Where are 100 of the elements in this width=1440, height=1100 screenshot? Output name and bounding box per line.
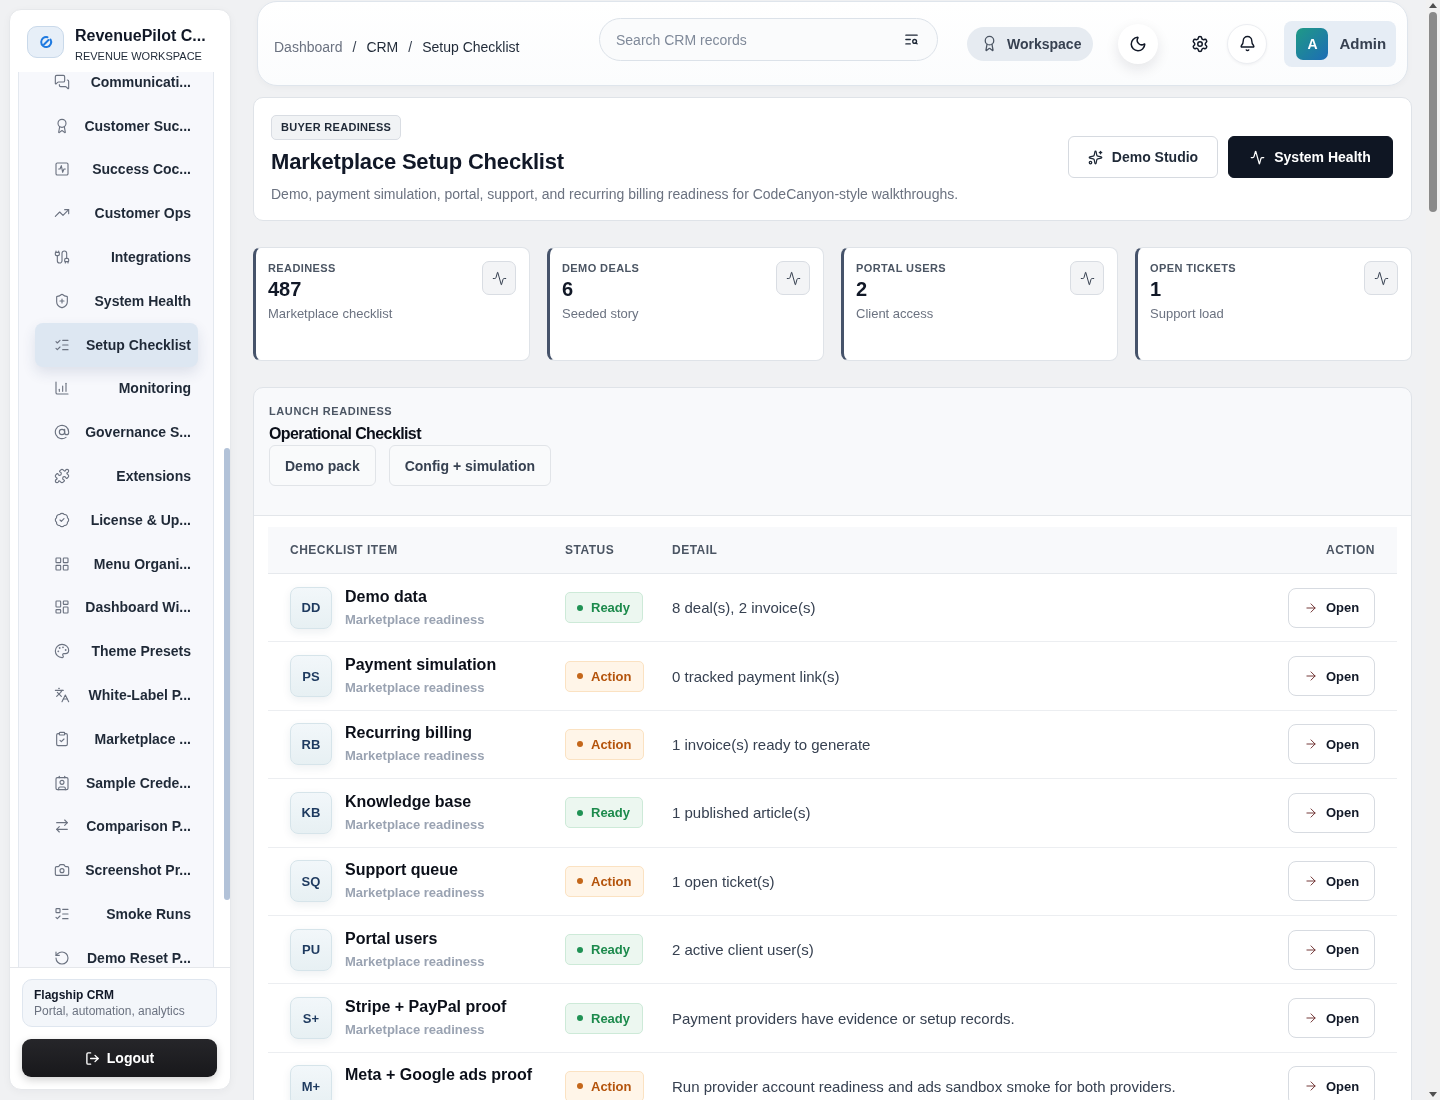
open-button[interactable]: Open bbox=[1288, 929, 1375, 970]
grid-icon bbox=[54, 555, 70, 572]
status-dot-icon bbox=[577, 673, 583, 680]
item-name: Portal users bbox=[345, 928, 438, 949]
sidebar-item[interactable]: Governance S... bbox=[35, 410, 198, 455]
open-button[interactable]: Open bbox=[1288, 792, 1375, 833]
open-button[interactable]: Open bbox=[1288, 656, 1375, 697]
section-badge: BUYER READINESS bbox=[271, 114, 402, 140]
breadcrumb-separator: / bbox=[408, 39, 413, 55]
sidebar-item[interactable]: Menu Organi... bbox=[35, 541, 198, 586]
search-field[interactable]: Search CRM records bbox=[599, 18, 938, 61]
sidebar-item[interactable]: Communicati... bbox=[35, 72, 198, 104]
item-name: Recurring billing bbox=[345, 723, 473, 744]
arrows-icon bbox=[54, 818, 70, 835]
sidebar-item[interactable]: License & Up... bbox=[35, 497, 198, 542]
stat-label: DEMO DEALS bbox=[562, 261, 640, 275]
sidebar-item[interactable]: Success Coc... bbox=[35, 147, 198, 192]
section-eyebrow: LAUNCH READINESS bbox=[269, 404, 393, 418]
open-button[interactable]: Open bbox=[1288, 861, 1375, 902]
open-button[interactable]: Open bbox=[1288, 587, 1375, 628]
sidebar-item[interactable]: Sample Crede... bbox=[35, 760, 198, 805]
detail-text: 1 published article(s) bbox=[672, 804, 812, 822]
pulse-icon bbox=[482, 261, 516, 295]
sidebar-item[interactable]: Demo Reset P... bbox=[35, 935, 198, 967]
primary-button[interactable]: System Health bbox=[1228, 136, 1393, 178]
award-icon bbox=[54, 117, 70, 134]
bar-chart-icon bbox=[54, 380, 70, 397]
sidebar-item[interactable]: Extensions bbox=[35, 454, 198, 498]
sidebar-item[interactable]: Dashboard Wi... bbox=[35, 585, 198, 630]
sidebar-item[interactable]: Customer Ops bbox=[35, 191, 198, 236]
stat-label: OPEN TICKETS bbox=[1150, 261, 1237, 275]
sidebar-item[interactable]: White-Label P... bbox=[35, 673, 198, 717]
initials-avatar: PU bbox=[290, 928, 332, 971]
pulse-icon bbox=[1250, 149, 1266, 165]
status-dot-icon bbox=[577, 809, 583, 816]
status-label: Action bbox=[591, 873, 632, 889]
cable-icon bbox=[54, 249, 70, 266]
column-header: CHECKLIST ITEM bbox=[290, 543, 398, 557]
user-avatar: A bbox=[1296, 27, 1329, 60]
breadcrumb-link[interactable]: Dashboard bbox=[274, 39, 343, 55]
open-button[interactable]: Open bbox=[1288, 998, 1375, 1039]
initials-avatar: S+ bbox=[290, 997, 332, 1040]
sidebar-item[interactable]: Screenshot Pr... bbox=[35, 848, 198, 893]
dashboard-icon bbox=[54, 599, 70, 616]
sidebar-item[interactable]: Setup Checklist bbox=[35, 322, 198, 367]
status-label: Ready bbox=[591, 942, 631, 958]
status-dot-icon bbox=[577, 1083, 583, 1090]
item-category: Marketplace readiness bbox=[345, 1021, 485, 1040]
clipboard-check-icon bbox=[54, 730, 70, 747]
open-button[interactable]: Open bbox=[1288, 724, 1375, 765]
status-label: Ready bbox=[591, 1010, 631, 1026]
reset-icon bbox=[54, 949, 70, 966]
user-menu-button[interactable]: A Admin bbox=[1284, 20, 1397, 67]
item-category: Marketplace readiness bbox=[345, 610, 485, 629]
stat-value: 487 bbox=[268, 277, 302, 301]
sidebar-item[interactable]: Marketplace ... bbox=[35, 716, 198, 761]
sidebar-scrollbar[interactable] bbox=[224, 448, 230, 900]
status-dot-icon bbox=[577, 946, 583, 953]
stat-value: 6 bbox=[562, 277, 574, 301]
arrow-right-icon bbox=[1303, 942, 1318, 957]
promo-subtitle: Portal, automation, analytics bbox=[34, 1003, 186, 1019]
pulse-icon bbox=[1364, 261, 1398, 295]
sidebar-item[interactable]: System Health bbox=[35, 279, 198, 323]
column-header: DETAIL bbox=[672, 543, 718, 557]
sidebar-item[interactable]: Integrations bbox=[35, 235, 198, 279]
status-label: Action bbox=[591, 668, 632, 684]
secondary-button[interactable]: Demo Studio bbox=[1068, 136, 1218, 178]
open-button[interactable]: Open bbox=[1288, 1066, 1375, 1100]
logout-icon bbox=[84, 1050, 100, 1066]
sidebar-item[interactable]: Comparison P... bbox=[35, 804, 198, 849]
logo-icon bbox=[27, 26, 64, 58]
sidebar-item[interactable]: Monitoring bbox=[35, 366, 198, 411]
sidebar-item[interactable]: Smoke Runs bbox=[35, 892, 198, 936]
item-category: Marketplace readiness bbox=[345, 747, 485, 766]
chat-icon bbox=[54, 73, 70, 90]
notifications-button[interactable] bbox=[1227, 23, 1268, 64]
stat-value: 1 bbox=[1150, 277, 1162, 301]
stat-caption: Seeded story bbox=[562, 305, 639, 323]
initials-avatar: DD bbox=[290, 586, 332, 629]
pulse-icon bbox=[1070, 261, 1104, 295]
filter-button[interactable]: Config + simulation bbox=[388, 445, 551, 486]
status-label: Ready bbox=[591, 805, 631, 821]
sidebar-item[interactable]: Customer Suc... bbox=[35, 103, 198, 148]
column-header: ACTION bbox=[1326, 543, 1375, 557]
status-dot-icon bbox=[577, 1015, 583, 1022]
settings-icon[interactable] bbox=[1191, 34, 1210, 53]
breadcrumb-link[interactable]: CRM bbox=[366, 39, 399, 55]
sidebar-item[interactable]: Theme Presets bbox=[35, 629, 198, 674]
detail-text: 2 active client user(s) bbox=[672, 941, 815, 959]
item-category: Marketplace readiness bbox=[345, 884, 485, 903]
item-name: Demo data bbox=[345, 586, 427, 607]
filter-button[interactable]: Demo pack bbox=[269, 445, 376, 486]
item-category: Marketplace readiness bbox=[345, 952, 485, 971]
logout-button[interactable]: Logout bbox=[22, 1039, 217, 1077]
workspace-button[interactable]: Workspace bbox=[967, 26, 1094, 61]
stat-label: READINESS bbox=[268, 261, 336, 275]
detail-text: 0 tracked payment link(s) bbox=[672, 667, 841, 685]
initials-avatar: M+ bbox=[290, 1065, 332, 1100]
moon-icon bbox=[1129, 34, 1148, 53]
initials-avatar: PS bbox=[290, 655, 332, 698]
